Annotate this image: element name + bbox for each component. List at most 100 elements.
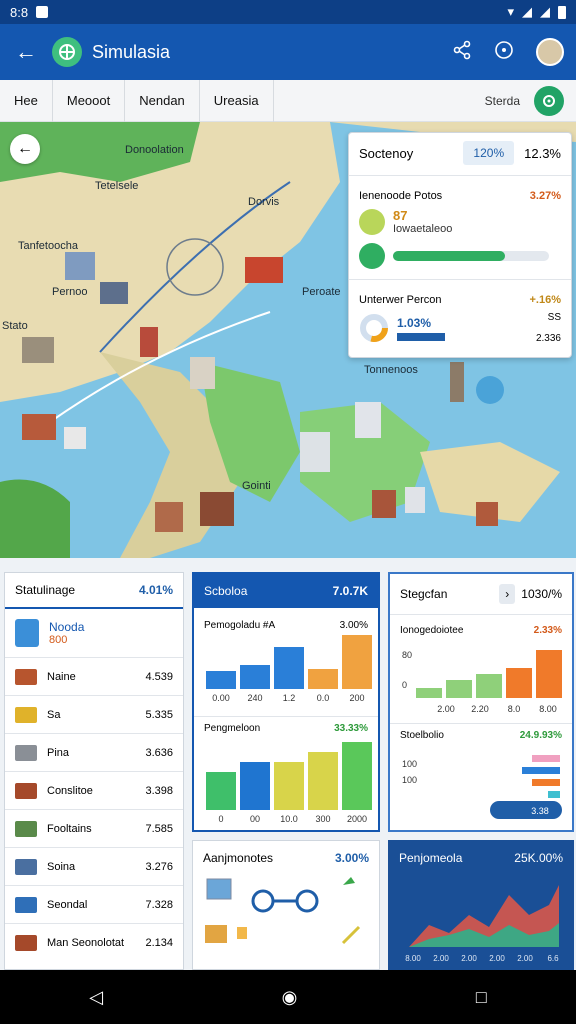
chart-bar [342,635,372,689]
home-nav-icon[interactable]: ◉ [282,987,298,1008]
card1-top-item[interactable]: Nooda 800 [5,609,183,657]
overlay-pill[interactable]: 120% [463,141,515,165]
tab-hee[interactable]: Hee [0,79,53,122]
share-icon[interactable] [452,40,472,65]
tab-bar: Hee Meooot Nendan Ureasia Sterda [0,79,576,122]
overlay-row4-label: Unterwer Percon [359,294,442,306]
chart-bar [548,791,560,798]
mixed-chart-card: Stegcfan › 1030/% Ionogedoiotee 2.33% 80… [388,572,574,832]
tab-nendan[interactable]: Nendan [125,79,200,122]
card2-value: 7.0.7K [332,584,368,598]
card3-pill-icon[interactable]: › [499,584,516,604]
area-chart-card: Penjomeola 25K.00% 8.00 2.00 2.00 2.00 2.00 6… [388,840,574,970]
notification-icon [36,6,49,18]
bar-chart-card: Scboloa 7.0.7K Pemogoladu #A 3.00% 0.00 2… [192,572,380,832]
card1-top-value: 800 [49,634,68,646]
map-label: Stato [2,320,28,332]
tick-label: 0.0 [317,693,330,703]
pencil-icon [341,925,361,945]
map-label: Tonnenoos [364,364,418,376]
card3-chart-top: 80 0 2.00 2.20 8.0 8.00 [402,650,562,714]
system-nav-bar: ◁ ◉ □ [0,970,576,1024]
flow-card: Aanjmonotes 3.00% [192,840,380,970]
card5-title: Penjomeola [399,851,463,865]
card3-sub2: Stoelbolio [400,730,444,741]
list-item[interactable]: Man Seonolotat 2.134 [5,923,183,961]
list-item-label: Naine [47,670,76,683]
house-icon [15,782,37,799]
card1-title: Statulinage [15,583,76,597]
map-label: Gointi [242,480,271,492]
signal-icon: ◢ [540,4,550,19]
map-label: Pernoo [52,286,88,298]
chart-bar [522,767,560,774]
card1-top-title: Nooda [49,620,85,634]
map-label: Donoolation [125,144,184,156]
house-icon [15,934,37,951]
card5-value: 25K.00% [514,851,563,865]
map-back-icon[interactable]: ← [10,134,40,164]
tank-icon [15,619,39,647]
list-item-label: Sa [47,708,61,721]
list-item[interactable]: Seondal 7.328 [5,885,183,923]
chart-bar [506,668,532,698]
flow-diagram [205,877,361,945]
signal-icon: ◢ [522,4,532,19]
chart-bar [206,671,236,689]
chart-bar [240,762,270,810]
settings-icon[interactable] [534,85,564,116]
avatar[interactable] [536,38,564,66]
back-nav-icon[interactable]: ◁ [89,987,103,1008]
tick-label: 200 [349,693,364,703]
list-item-label: Seondal [47,898,88,911]
tick-label: 0.00 [212,693,230,703]
card5-chart: 8.00 2.00 2.00 2.00 2.00 6.6 [405,885,559,963]
overlay-title: Soctenoy [359,145,414,161]
tab-ureasia[interactable]: Ureasia [200,79,274,122]
house-icon [15,896,37,913]
list-item-label: Man Seonolotat [47,936,125,949]
tabs-right-label[interactable]: Sterda [485,94,520,108]
tick-label: 8.0 [508,704,521,714]
tick-label: 2.00 [461,954,477,963]
list-item[interactable]: Conslitoe 3.398 [5,771,183,809]
tick-label: 2000 [347,814,367,824]
card3-title: Stegcfan [400,587,448,601]
tick-label: 2.00 [489,954,505,963]
overlay-row3-text: Iowaetaleoo [393,223,453,235]
overlay-row2-value: 3.27% [529,190,561,202]
axis-label: 100 [402,775,417,785]
list-item[interactable]: Soina 3.276 [5,847,183,885]
chart-button[interactable] [490,801,562,819]
overlay-row5-s2: 2.336 [535,333,561,344]
chart-bar [476,674,502,698]
overlay-row5-s1: SS [547,312,561,323]
chart-bar [532,779,560,786]
axis-label: 80 [402,650,412,660]
card2-sub2-value: 33.33% [334,723,368,734]
chart-bar [240,665,270,689]
map-label: Peroate [302,286,341,298]
tick-label: 8.00 [539,704,557,714]
list-item[interactable]: Pina 3.636 [5,733,183,771]
tick-label: 2.00 [433,954,449,963]
list-item[interactable]: Fooltains 7.585 [5,809,183,847]
card2-sub2: Pengmeloon [204,723,261,734]
house-icon [15,668,37,685]
battery-icon [558,5,566,19]
node-icon [295,889,319,913]
list-item[interactable]: Naine 4.539 [5,657,183,695]
tick-label: 10.0 [280,814,298,824]
tab-meooot[interactable]: Meooot [53,79,126,122]
card3-chart-bottom: 100 100 3.38 [402,755,562,819]
list-item[interactable]: Sa 5.335 [5,695,183,733]
chart-bar [274,762,304,810]
map-label: Tanfetoocha [18,240,78,252]
card3-value: 1030/% [521,587,562,601]
compass-icon[interactable] [494,40,514,65]
house-icon [15,744,37,761]
recents-nav-icon[interactable]: □ [476,987,487,1008]
back-arrow-icon[interactable]: ← [0,39,52,65]
tick-label: 1.2 [283,693,296,703]
tick-label: 0 [218,814,223,824]
